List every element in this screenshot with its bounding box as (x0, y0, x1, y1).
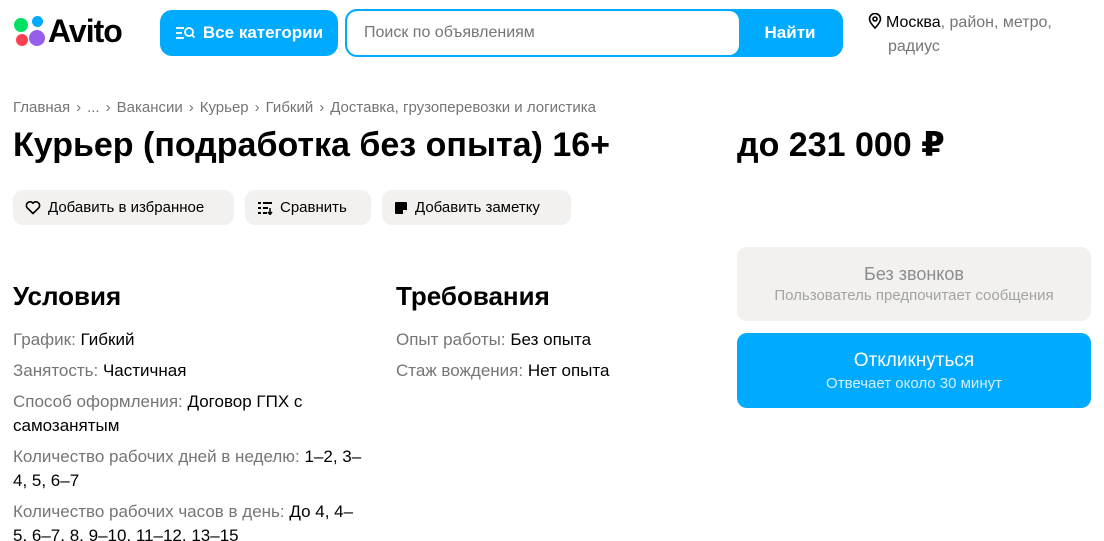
requirement-item: Опыт работы: Без опыта (396, 328, 716, 352)
add-to-favorites-button[interactable]: Добавить в избранное (13, 190, 234, 225)
condition-key: Способ оформления: (13, 392, 183, 411)
condition-item: Количество рабочих дней в неделю: 1–2, 3… (13, 445, 365, 493)
respond-subtitle: Отвечает около 30 минут (826, 374, 1002, 392)
compare-icon (257, 200, 273, 215)
respond-title: Откликнуться (853, 349, 975, 371)
condition-value: Частичная (102, 361, 187, 380)
location-radius: радиус (888, 38, 940, 55)
condition-key: Количество рабочих дней в неделю: (13, 447, 300, 466)
all-categories-label: Все категории (202, 23, 324, 42)
location-selector[interactable]: Москва, район, метро, радиус (868, 12, 1098, 58)
requirements-list: Опыт работы: Без опыта Стаж вождения: Не… (396, 328, 716, 390)
compare-label: Сравнить (280, 199, 347, 216)
note-icon (394, 201, 408, 215)
conditions-list: График: Гибкий Занятость: Частичная Спос… (13, 328, 373, 541)
breadcrumb-flexible[interactable]: Гибкий (266, 99, 314, 116)
categories-icon (175, 25, 195, 41)
location-pin-icon (868, 12, 882, 36)
conditions-heading: Условия (13, 281, 122, 311)
add-note-button[interactable]: Добавить заметку (382, 190, 571, 225)
salary-price: до 231 000 ₽ (737, 126, 945, 164)
condition-item: График: Гибкий (13, 328, 373, 352)
search-input[interactable] (347, 11, 739, 55)
condition-key: График: (13, 330, 76, 349)
requirement-value: Нет опыта (527, 361, 610, 380)
breadcrumb-courier[interactable]: Курьер (200, 99, 249, 116)
page-title: Курьер (подработка без опыта) 16+ (13, 126, 610, 164)
search-bar: Найти (345, 9, 843, 57)
condition-key: Количество рабочих часов в день: (13, 502, 285, 521)
location-filters: , район, метро, (940, 14, 1052, 31)
heart-icon (25, 200, 41, 215)
logo-dots-icon (12, 14, 48, 48)
all-categories-button[interactable]: Все категории (160, 10, 338, 56)
condition-item: Занятость: Частичная (13, 359, 373, 383)
no-calls-subtitle: Пользователь предпочитает сообщения (774, 287, 1054, 304)
breadcrumb: Главная › ... › Вакансии › Курьер › Гибкий › … (13, 99, 596, 116)
add-note-label: Добавить заметку (415, 199, 540, 216)
no-calls-button: Без звонков Пользователь предпочитает со… (737, 247, 1091, 321)
requirement-item: Стаж вождения: Нет опыта (396, 359, 716, 383)
breadcrumb-ellipsis[interactable]: ... (87, 99, 100, 116)
location-city: Москва (886, 14, 941, 31)
no-calls-title: Без звонков (864, 264, 964, 284)
search-button[interactable]: Найти (739, 11, 841, 55)
respond-button[interactable]: Откликнуться Отвечает около 30 минут (737, 333, 1091, 408)
requirement-key: Опыт работы: (396, 330, 506, 349)
breadcrumb-delivery[interactable]: Доставка, грузоперевозки и логистика (330, 99, 596, 116)
condition-item: Способ оформления: Договор ГПХ с самозан… (13, 390, 313, 438)
condition-item: Количество рабочих часов в день: До 4, 4… (13, 500, 365, 541)
breadcrumb-vacancies[interactable]: Вакансии (117, 99, 183, 116)
requirement-value: Без опыта (510, 330, 592, 349)
requirement-key: Стаж вождения: (396, 361, 524, 380)
condition-key: Занятость: (13, 361, 99, 380)
condition-value: Гибкий (80, 330, 135, 349)
logo-text: Avito (48, 13, 123, 49)
breadcrumb-home[interactable]: Главная (13, 99, 70, 116)
add-to-favorites-label: Добавить в избранное (48, 199, 205, 216)
avito-logo[interactable]: Avito (12, 13, 123, 49)
requirements-heading: Требования (396, 281, 550, 311)
compare-button[interactable]: Сравнить (245, 190, 371, 225)
